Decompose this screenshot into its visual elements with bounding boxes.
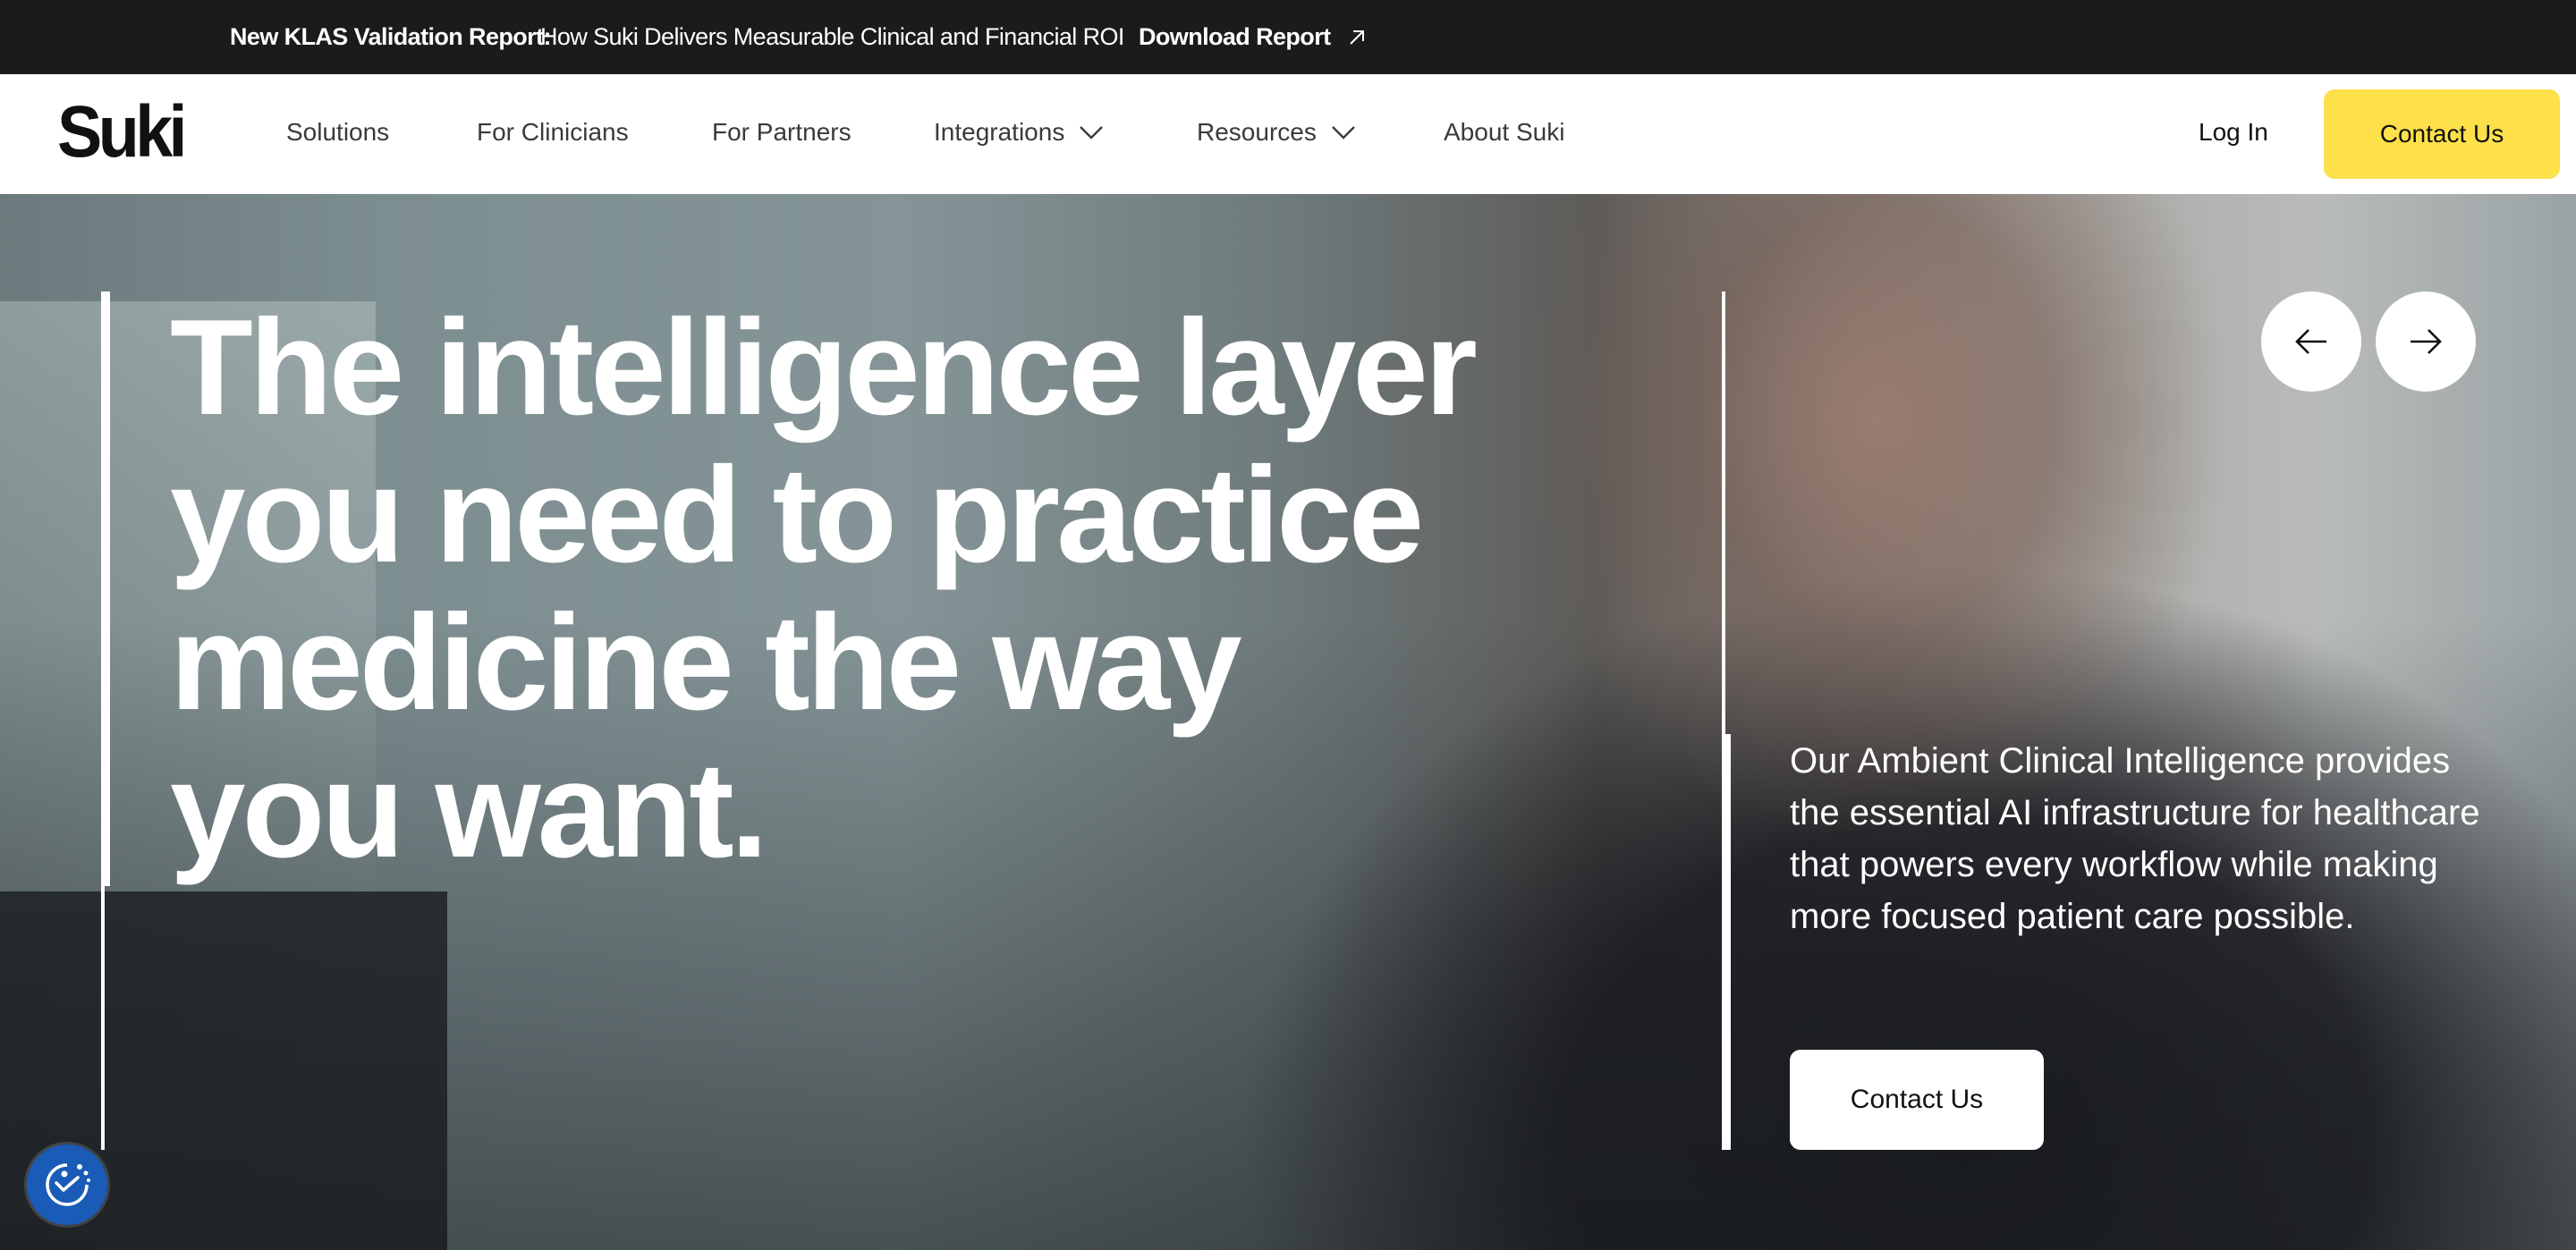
nav-item-for-partners[interactable]: For Partners (712, 118, 852, 147)
download-report-link[interactable]: Download Report (1139, 23, 1367, 51)
divider-line (101, 886, 105, 1150)
divider-line (1722, 734, 1731, 1150)
hero-headline: The intelligence layer you need to pract… (170, 294, 1601, 884)
chevron-down-icon (1331, 126, 1355, 139)
carousel-next-button[interactable] (2376, 291, 2476, 392)
nav-item-label: For Clinicians (477, 118, 629, 146)
nav-item-for-clinicians[interactable]: For Clinicians (477, 118, 629, 147)
headline-line: you need to practice (170, 439, 1424, 591)
accessibility-icon (46, 1163, 90, 1206)
announcement-bar: New KLAS Validation Report: How Suki Del… (0, 0, 2576, 74)
nav-item-label: About Suki (1444, 118, 1565, 146)
suki-logo[interactable]: Suki (57, 96, 188, 169)
divider-line (101, 291, 110, 886)
nav-item-label: Integrations (934, 118, 1065, 146)
nav-item-label: Resources (1197, 118, 1317, 146)
announcement-message[interactable]: How Suki Delivers Measurable Clinical an… (540, 23, 1124, 51)
chevron-down-icon (1080, 126, 1104, 139)
hero-section: The intelligence layer you need to pract… (0, 194, 2576, 1250)
arrow-right-icon (2411, 329, 2442, 354)
hero-contact-us-button[interactable]: Contact Us (1790, 1050, 2044, 1150)
login-link[interactable]: Log In (2199, 118, 2268, 147)
nav-item-integrations[interactable]: Integrations (934, 118, 1104, 147)
contact-us-button[interactable]: Contact Us (2324, 89, 2560, 179)
download-report-label: Download Report (1139, 23, 1331, 50)
nav-item-solutions[interactable]: Solutions (286, 118, 389, 147)
nav-item-label: For Partners (712, 118, 852, 146)
arrow-up-right-icon (1349, 30, 1364, 45)
hero-description: Our Ambient Clinical Intelligence provid… (1790, 741, 2480, 936)
nav-item-resources[interactable]: Resources (1197, 118, 1356, 147)
nav-item-about-suki[interactable]: About Suki (1444, 118, 1564, 147)
headline-line: medicine the way (170, 587, 1242, 739)
nav-item-label: Solutions (286, 118, 390, 146)
accessibility-widget-button[interactable] (27, 1144, 107, 1225)
carousel-prev-button[interactable] (2261, 291, 2361, 392)
headline-line: you want. (170, 734, 768, 886)
announcement-lead: New KLAS Validation Report: (230, 23, 551, 50)
arrow-left-icon (2295, 329, 2326, 354)
headline-line: The intelligence layer (170, 291, 1478, 443)
main-nav: Suki Solutions For Clinicians For Partne… (0, 74, 2576, 194)
